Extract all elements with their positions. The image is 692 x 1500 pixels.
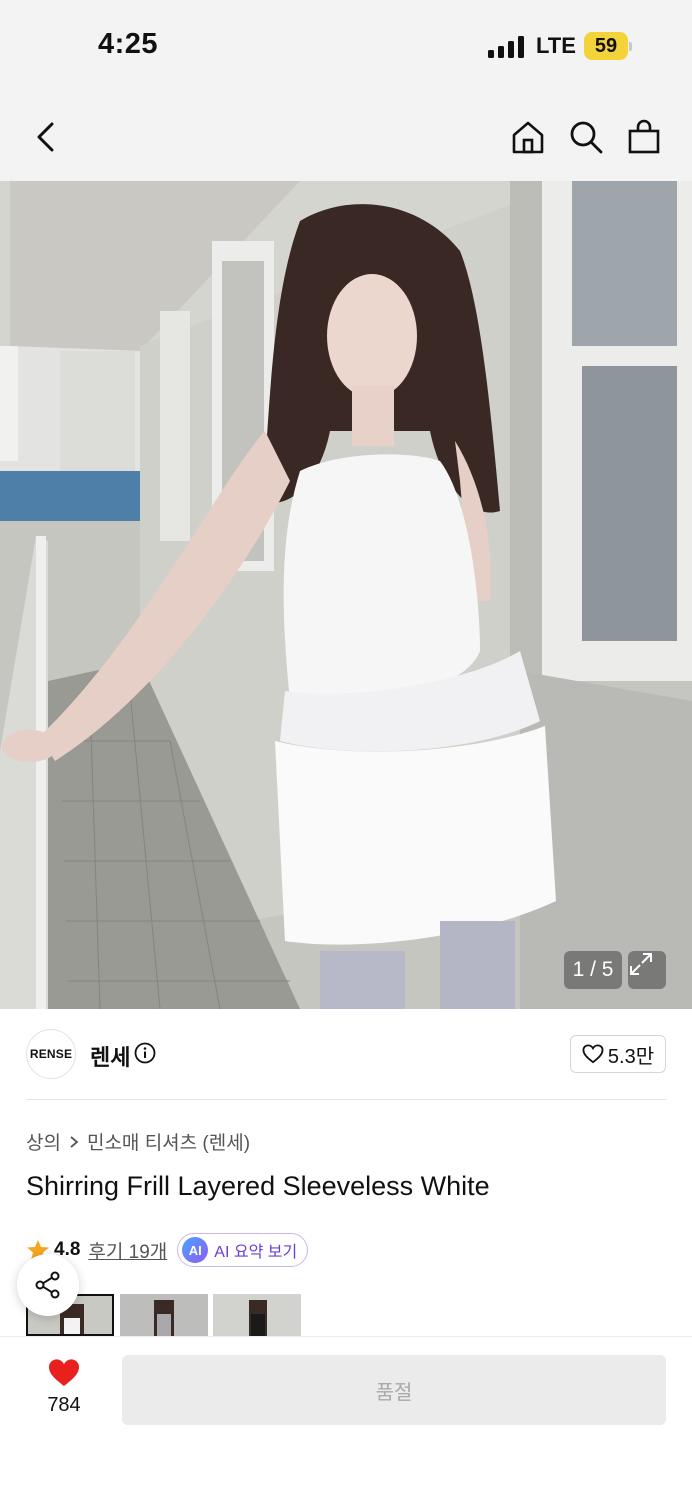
brand-like-count: 5.3만: [607, 1045, 655, 1068]
top-nav-bar: [0, 95, 692, 181]
thumbnail-image: [120, 1294, 208, 1336]
product-photo: [0, 181, 692, 1009]
thumbnail-2[interactable]: [120, 1294, 208, 1336]
battery-nub: [629, 42, 632, 51]
product-detail-page: 4:25 LTE 59 1 / 5 RENSE 렌세 5.3만 상의 민소매 티…: [0, 0, 692, 1500]
breadcrumb-category[interactable]: 상의: [26, 1128, 61, 1155]
battery-icon: 59: [584, 32, 632, 60]
thumbnail-3[interactable]: [213, 1294, 301, 1336]
shopping-bag-icon[interactable]: [624, 117, 664, 157]
reviews-link[interactable]: 후기 19개: [88, 1237, 167, 1264]
status-bar: 4:25 LTE 59: [0, 0, 692, 95]
divider: [26, 1099, 666, 1100]
status-time: 4:25: [98, 28, 159, 60]
brand-logo[interactable]: RENSE: [26, 1029, 76, 1079]
ai-icon: AI: [182, 1237, 209, 1263]
heart-outline-icon: [582, 1044, 604, 1064]
back-icon[interactable]: [26, 117, 66, 157]
signal-icon: [488, 36, 524, 58]
battery-level: 59: [584, 32, 628, 60]
product-image[interactable]: 1 / 5: [0, 181, 692, 1009]
network-type: LTE: [536, 33, 576, 58]
product-title: Shirring Frill Layered Sleeveless White: [26, 1171, 490, 1201]
wishlist-button[interactable]: 784: [34, 1358, 94, 1417]
brand-name[interactable]: 렌세: [90, 1040, 130, 1072]
image-counter: 1 / 5: [564, 951, 622, 989]
ai-summary-button[interactable]: AI AI 요약 보기: [177, 1233, 309, 1267]
search-icon[interactable]: [566, 117, 606, 157]
ai-summary-label: AI 요약 보기: [214, 1244, 298, 1261]
breadcrumb: 상의 민소매 티셔츠 (렌세): [26, 1128, 250, 1155]
brand-like-button[interactable]: 5.3만: [570, 1035, 666, 1073]
info-icon[interactable]: [134, 1042, 156, 1064]
expand-icon[interactable]: [628, 951, 666, 989]
buy-button-sold-out[interactable]: 품절: [122, 1355, 666, 1425]
breadcrumb-subcategory[interactable]: 민소매 티셔츠 (렌세): [87, 1128, 250, 1155]
chevron-right-icon: [70, 1135, 79, 1148]
share-button[interactable]: [17, 1254, 79, 1316]
heart-filled-icon: [49, 1359, 79, 1386]
share-icon: [35, 1271, 60, 1299]
wishlist-count: 784: [47, 1394, 81, 1416]
home-icon[interactable]: [508, 117, 548, 157]
thumbnail-image: [213, 1294, 301, 1336]
